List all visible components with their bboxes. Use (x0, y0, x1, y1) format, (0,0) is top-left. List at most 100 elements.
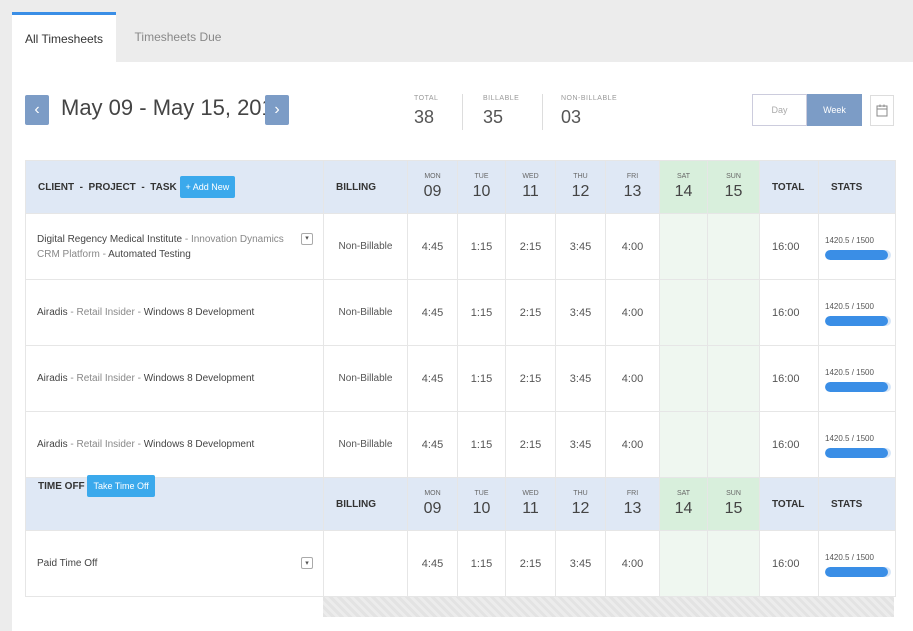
hours-cell-wed[interactable]: 2:15 (505, 279, 556, 346)
day-header-fri: FRI 13 (605, 160, 660, 214)
table-row: Paid Time Off ▾ 4:45 1:15 2:15 3:45 4:00 16:00 1… (25, 530, 896, 597)
stats-cell: 1420.5 / 1500 (818, 279, 896, 346)
hours-cell-tue[interactable]: 1:15 (457, 345, 506, 412)
hours-cell-mon[interactable]: 4:45 (407, 530, 458, 597)
hours-cell-fri[interactable]: 4:00 (605, 279, 660, 346)
hours-cell-sun[interactable] (707, 279, 760, 346)
billing-cell: Non-Billable (323, 279, 408, 346)
progress-fill (825, 566, 888, 577)
timeoff-section: TIME OFF Take Time Off BILLING MON 09 TUE… (25, 474, 896, 597)
timesheet-tabs: All Timesheets Timesheets Due (12, 12, 234, 62)
day-name: TUE (474, 490, 489, 497)
task-description: Airadis - Retail Insider - Windows 8 Dev… (37, 305, 313, 320)
hours-cell-wed[interactable]: 2:15 (505, 213, 556, 280)
task-cell[interactable]: Airadis - Retail Insider - Windows 8 Dev… (25, 345, 324, 412)
hours-cell-mon[interactable]: 4:45 (407, 345, 458, 412)
row-total: 16:00 (759, 345, 819, 412)
hours-cell-fri[interactable]: 4:00 (605, 530, 660, 597)
hours-cell-thu[interactable]: 3:45 (555, 279, 606, 346)
hours-cell-mon[interactable]: 4:45 (407, 279, 458, 346)
hours-cell-tue[interactable]: 1:15 (457, 213, 506, 280)
table-header-row: CLIENT - PROJECT - TASK + Add New BILLIN… (25, 160, 896, 214)
disabled-area (323, 597, 894, 617)
progress-bar (825, 249, 891, 260)
stats-cell: 1420.5 / 1500 (818, 213, 896, 280)
stats-cell: 1420.5 / 1500 (818, 411, 896, 478)
hours-cell-fri[interactable]: 4:00 (605, 345, 660, 412)
hours-cell-sun[interactable] (707, 411, 760, 478)
task-cell[interactable]: Airadis - Retail Insider - Windows 8 Dev… (25, 279, 324, 346)
progress-bar (825, 447, 891, 458)
day-name: THU (573, 490, 588, 497)
timesheet-table: CLIENT - PROJECT - TASK + Add New BILLIN… (25, 160, 896, 597)
hours-cell-sat[interactable] (659, 411, 708, 478)
timesheet-panel: ‹ May 09 - May 15, 2015 › TOTAL 38 BILLA… (12, 62, 913, 631)
day-header-fri: FRI 13 (605, 477, 660, 531)
day-date: 11 (522, 500, 539, 517)
task-description: Airadis - Retail Insider - Windows 8 Dev… (37, 371, 313, 386)
hours-cell-tue[interactable]: 1:15 (457, 411, 506, 478)
hours-cell-sun[interactable] (707, 345, 760, 412)
hours-cell-sat[interactable] (659, 345, 708, 412)
client-project-task-label: CLIENT - PROJECT - TASK (38, 181, 177, 193)
day-name: WED (522, 490, 539, 497)
hours-cell-wed[interactable]: 2:15 (505, 411, 556, 478)
row-total: 16:00 (759, 213, 819, 280)
stats-value: 1420.5 / 1500 (825, 367, 874, 377)
day-name: SAT (676, 173, 691, 180)
hours-cell-thu[interactable]: 3:45 (555, 411, 606, 478)
hours-cell-thu[interactable]: 3:45 (555, 530, 606, 597)
total-hours-stat: TOTAL 38 (414, 95, 438, 128)
add-new-button[interactable]: + Add New (179, 175, 236, 198)
hours-cell-wed[interactable]: 2:15 (505, 345, 556, 412)
hours-cell-mon[interactable]: 4:45 (407, 213, 458, 280)
task-text: Airadis - Retail Insider - Windows 8 Dev… (37, 373, 255, 384)
dropdown-icon[interactable]: ▾ (301, 232, 313, 245)
timeoff-header-row: TIME OFF Take Time Off BILLING MON 09 TUE… (25, 474, 896, 531)
hours-cell-sat[interactable] (659, 279, 708, 346)
hours-cell-fri[interactable]: 4:00 (605, 213, 660, 280)
hours-cell-tue[interactable]: 1:15 (457, 530, 506, 597)
task-cell[interactable]: Airadis - Retail Insider - Windows 8 Dev… (25, 411, 324, 478)
divider (462, 94, 463, 130)
task-name: Windows 8 Development (143, 373, 255, 384)
tab-all-timesheets[interactable]: All Timesheets (12, 12, 116, 62)
timeoff-header: TIME OFF Take Time Off (25, 474, 324, 531)
prev-week-button[interactable]: ‹ (25, 95, 49, 125)
hours-cell-sun[interactable] (707, 530, 760, 597)
progress-fill (825, 315, 888, 326)
day-view-button[interactable]: Day (752, 94, 807, 126)
chevron-left-icon: ‹ (34, 101, 40, 118)
stat-label: NON-BILLABLE (561, 95, 618, 102)
next-week-button[interactable]: › (265, 95, 289, 125)
total-header: TOTAL (759, 160, 819, 214)
client-name: Airadis (37, 307, 68, 318)
day-header-thu: THU 12 (555, 160, 606, 214)
week-view-button[interactable]: Week (807, 94, 862, 126)
hours-cell-wed[interactable]: 2:15 (505, 530, 556, 597)
day-header-tue: TUE 10 (457, 160, 506, 214)
day-header-sun: SUN 15 (707, 160, 760, 214)
table-row: Airadis - Retail Insider - Windows 8 Dev… (25, 279, 896, 346)
hours-cell-thu[interactable]: 3:45 (555, 345, 606, 412)
progress-bar (825, 315, 891, 326)
day-date: 15 (724, 500, 743, 517)
take-time-off-button[interactable]: Take Time Off (87, 474, 155, 497)
hours-cell-fri[interactable]: 4:00 (605, 411, 660, 478)
calendar-button[interactable] (870, 95, 894, 126)
hours-cell-sat[interactable] (659, 213, 708, 280)
dropdown-icon[interactable]: ▾ (301, 557, 313, 569)
task-cell[interactable]: Digital Regency Medical Institute - Inno… (25, 213, 324, 280)
table-row: Airadis - Retail Insider - Windows 8 Dev… (25, 345, 896, 412)
day-date: 12 (571, 183, 590, 200)
tab-timesheets-due[interactable]: Timesheets Due (122, 12, 234, 62)
hours-cell-sun[interactable] (707, 213, 760, 280)
hours-cell-mon[interactable]: 4:45 (407, 411, 458, 478)
billing-cell (323, 530, 408, 597)
day-header-thu: THU 12 (555, 477, 606, 531)
task-cell[interactable]: Paid Time Off ▾ (25, 530, 324, 597)
hours-cell-tue[interactable]: 1:15 (457, 279, 506, 346)
day-date: 10 (472, 183, 491, 200)
hours-cell-thu[interactable]: 3:45 (555, 213, 606, 280)
hours-cell-sat[interactable] (659, 530, 708, 597)
